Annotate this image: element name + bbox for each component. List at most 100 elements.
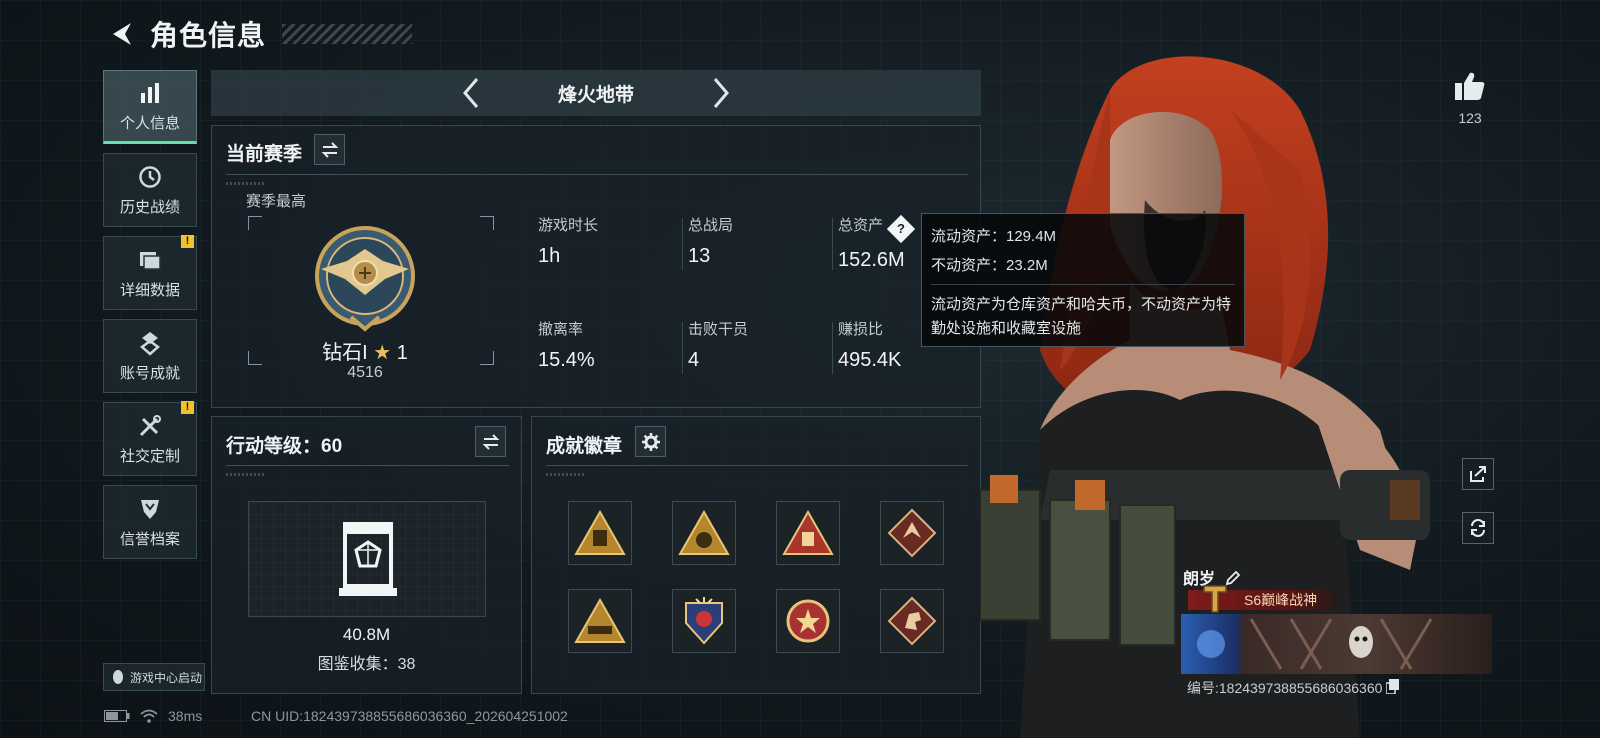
stat-total-assets: 总资产 ? 152.6M	[838, 214, 916, 272]
mode-name: 烽火地带	[557, 84, 634, 106]
achievement-badge[interactable]	[568, 589, 632, 653]
stat-label: 总资产 ?	[838, 214, 916, 244]
help-button[interactable]: ?	[887, 214, 916, 244]
game-center-launch-button[interactable]: 游戏中心启动	[103, 663, 205, 691]
diamond-dragon-badge-icon	[887, 508, 937, 558]
gear-icon	[641, 432, 660, 451]
round-star-badge-icon	[786, 599, 830, 643]
frame-corner	[248, 216, 262, 230]
achievement-badge[interactable]	[776, 501, 840, 565]
stat-value: 152.6M	[838, 249, 905, 271]
triangle-crate-badge-icon	[782, 510, 834, 555]
back-arrow-icon	[113, 23, 131, 45]
sidebar-item-label: 历史战绩	[119, 198, 180, 216]
stat-label: 撤离率	[538, 321, 584, 338]
panel-title: 成就徽章	[546, 436, 623, 457]
collection-case-icon	[339, 522, 397, 596]
achievement-icon	[140, 331, 160, 356]
refresh-button[interactable]	[1462, 512, 1494, 544]
action-level-panel: 行动等级：60 40.8M 图鉴收集：38	[211, 416, 522, 694]
sidebar-item-reputation[interactable]: 信誉档案	[103, 485, 197, 559]
battery-icon	[104, 710, 130, 722]
stat-value: 13	[688, 245, 711, 267]
achievement-badge[interactable]	[776, 589, 840, 653]
rank-stars: 1	[396, 342, 408, 364]
triangle-backpack-badge-icon	[574, 510, 626, 555]
collection-display	[248, 501, 486, 617]
copy-icon	[1385, 679, 1400, 695]
share-button[interactable]	[1462, 458, 1494, 490]
prev-mode-button[interactable]	[451, 73, 491, 113]
like-count: 123	[1458, 110, 1482, 126]
sidebar-item-personal-info[interactable]: 个人信息	[103, 70, 197, 144]
cn-uid: CN UID:182439738855686036360_20260425100…	[251, 708, 568, 724]
refresh-icon	[1471, 519, 1485, 537]
divider	[226, 174, 968, 175]
stat-value: 1h	[538, 245, 561, 267]
fixed-assets: 不动资产：23.2M	[931, 257, 1048, 274]
bar-chart-icon	[141, 82, 159, 103]
stat-label: 游戏时长	[538, 217, 599, 234]
notification-badge: !	[181, 235, 194, 248]
stat-value: 4	[688, 349, 700, 371]
sidebar-item-social[interactable]: ! 社交定制	[103, 401, 197, 476]
divider	[226, 465, 509, 466]
sidebar-item-label: 详细数据	[119, 281, 180, 299]
divider	[832, 218, 833, 270]
stat-label: 赚损比	[838, 321, 884, 338]
collection-count: 图鉴收集：38	[317, 656, 416, 673]
season-switch-button[interactable]	[314, 134, 345, 165]
back-button[interactable]	[104, 17, 138, 51]
achievement-badge[interactable]	[672, 501, 736, 565]
tools-icon	[139, 414, 161, 436]
stat-profit-ratio: 赚损比 495.4K	[838, 318, 901, 372]
stat-play-time: 游戏时长 1h	[538, 214, 598, 268]
sidebar-item-detail-data[interactable]: ! 详细数据	[103, 235, 197, 310]
divider	[546, 465, 968, 466]
triangle-globe-badge-icon	[678, 510, 730, 555]
achievement-badge[interactable]	[568, 501, 632, 565]
level-switch-button[interactable]	[475, 426, 506, 457]
achievement-badge[interactable]	[880, 501, 944, 565]
divider	[682, 322, 683, 374]
achievement-badge[interactable]	[672, 589, 736, 653]
sidebar-item-history[interactable]: 历史战绩	[103, 153, 197, 227]
page-title: 角色信息	[150, 20, 267, 51]
diamond-horse-badge-icon	[887, 596, 937, 646]
sidebar-item-achievements[interactable]: 账号成就	[103, 319, 197, 393]
player-uid-text: 编号:182439738855686036360	[1187, 680, 1383, 696]
title-emblem-icon	[1203, 585, 1227, 613]
sidebar-item-label: 账号成就	[119, 364, 180, 382]
stat-value: 495.4K	[838, 349, 902, 371]
like-button[interactable]	[1450, 66, 1490, 106]
launch-label: 游戏中心启动	[130, 670, 203, 685]
triangle-tank-badge-icon	[574, 598, 626, 643]
history-icon	[139, 165, 161, 188]
stat-total-matches: 总战局 13	[688, 214, 733, 268]
header: 角色信息	[104, 14, 413, 54]
stat-label: 总战局	[688, 217, 734, 234]
achievement-badge[interactable]	[880, 589, 944, 653]
panel-title: 行动等级：60	[226, 436, 343, 457]
divider	[931, 284, 1235, 285]
wifi-icon	[140, 709, 158, 723]
rank-score: 4516	[347, 364, 383, 381]
badge-settings-button[interactable]	[635, 426, 666, 457]
shield-wings-badge-icon	[685, 597, 723, 645]
rank-emblem-icon	[315, 226, 415, 332]
panel-title: 当前赛季	[226, 144, 303, 165]
copy-uid-button[interactable]	[1385, 679, 1400, 697]
penguin-icon	[113, 670, 123, 684]
player-uid: 编号:182439738855686036360	[1187, 678, 1400, 698]
liquid-assets: 流动资产：129.4M	[931, 228, 1057, 245]
next-mode-button[interactable]	[701, 73, 741, 113]
stat-value: 15.4%	[538, 349, 595, 371]
stat-extract-rate: 撤离率 15.4%	[538, 318, 595, 372]
sidebar: 个人信息 历史战绩 ! 详细数据 账号成就 ! 社交定制 信誉档案	[103, 70, 197, 568]
rank-name: 钻石I	[322, 342, 368, 364]
rank-line: 钻石I ★ 1	[212, 336, 518, 365]
chevron-right-icon	[713, 78, 729, 108]
player-title-plate: S6巅峰战神	[1188, 585, 1336, 613]
thumbs-up-icon	[1455, 72, 1485, 100]
collection-value: 40.8M	[342, 625, 391, 644]
